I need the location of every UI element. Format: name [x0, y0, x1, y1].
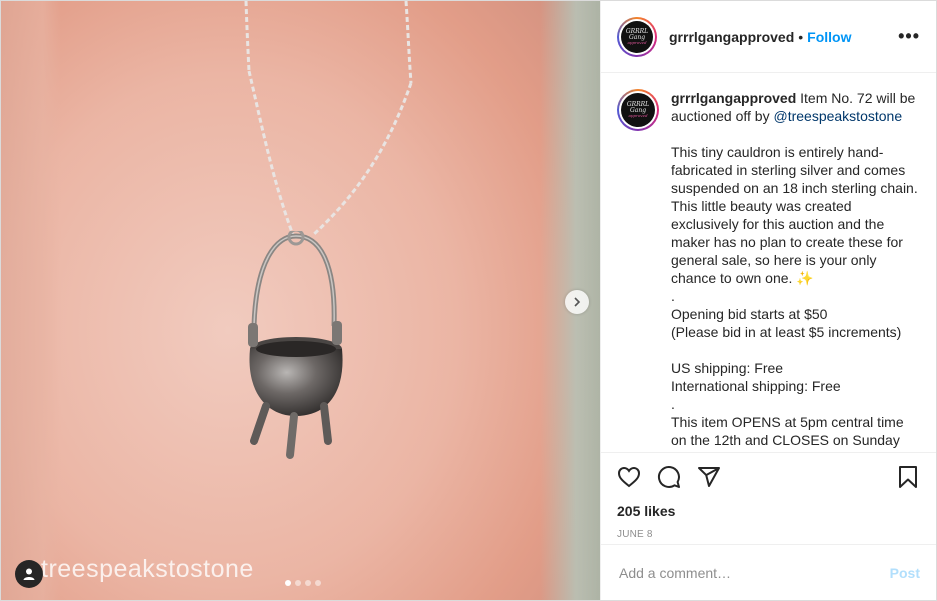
post-header: GRRRL Gang approved grrrlgangapproved • …	[601, 1, 936, 73]
user-tag-button[interactable]	[15, 560, 43, 588]
carousel-dot	[305, 580, 311, 586]
follow-button[interactable]: Follow	[807, 29, 851, 45]
likes-count[interactable]: 205 likes	[617, 503, 920, 519]
caption-username-link[interactable]: grrrlgangapproved	[671, 90, 796, 106]
action-icon-row	[617, 461, 920, 493]
carousel-indicator	[285, 580, 321, 586]
carousel-dot	[295, 580, 301, 586]
mention-link[interactable]: @treespeakstostone	[773, 108, 902, 124]
carousel-dot	[315, 580, 321, 586]
chevron-right-icon	[574, 297, 581, 307]
post-comment-button[interactable]: Post	[890, 565, 920, 581]
comment-icon	[658, 466, 680, 488]
add-comment-bar: Post	[601, 544, 936, 600]
caption-body: grrrlgangapproved Item No. 72 will be au…	[671, 89, 920, 449]
share-icon	[698, 467, 720, 487]
post-photo[interactable]: treespeakstostone	[1, 1, 600, 600]
user-tag-icon	[23, 568, 35, 580]
comments-section[interactable]: GRRRL Gang approved grrrlgangapproved It…	[601, 73, 936, 452]
like-button[interactable]	[617, 465, 641, 489]
post-sidebar: GRRRL Gang approved grrrlgangapproved • …	[600, 1, 936, 600]
caption: GRRRL Gang approved grrrlgangapproved It…	[617, 89, 920, 449]
comment-input[interactable]	[617, 563, 890, 582]
header-separator: •	[798, 28, 804, 45]
bookmark-icon	[899, 466, 917, 488]
next-photo-button[interactable]	[565, 290, 589, 314]
profile-avatar[interactable]: GRRRL Gang approved	[617, 16, 657, 57]
save-button[interactable]	[896, 465, 920, 489]
comment-button[interactable]	[657, 465, 681, 489]
more-options-button[interactable]: •••	[898, 26, 920, 47]
caption-avatar[interactable]: GRRRL Gang approved	[617, 89, 659, 131]
header-username-link[interactable]: grrrlgangapproved	[669, 29, 794, 45]
photo-watermark: treespeakstostone	[41, 555, 254, 583]
caption-text: This tiny cauldron is entirely hand-fabr…	[671, 144, 918, 448]
post-date[interactable]: JUNE 8	[617, 529, 920, 540]
heart-icon	[617, 466, 641, 488]
carousel-dot-active	[285, 580, 291, 586]
cauldron-pendant	[248, 231, 343, 459]
instagram-post: treespeakstostone GRRRL Gang approved gr…	[0, 0, 937, 601]
post-actions: 205 likes JUNE 8	[601, 452, 936, 544]
share-button[interactable]	[697, 465, 721, 489]
